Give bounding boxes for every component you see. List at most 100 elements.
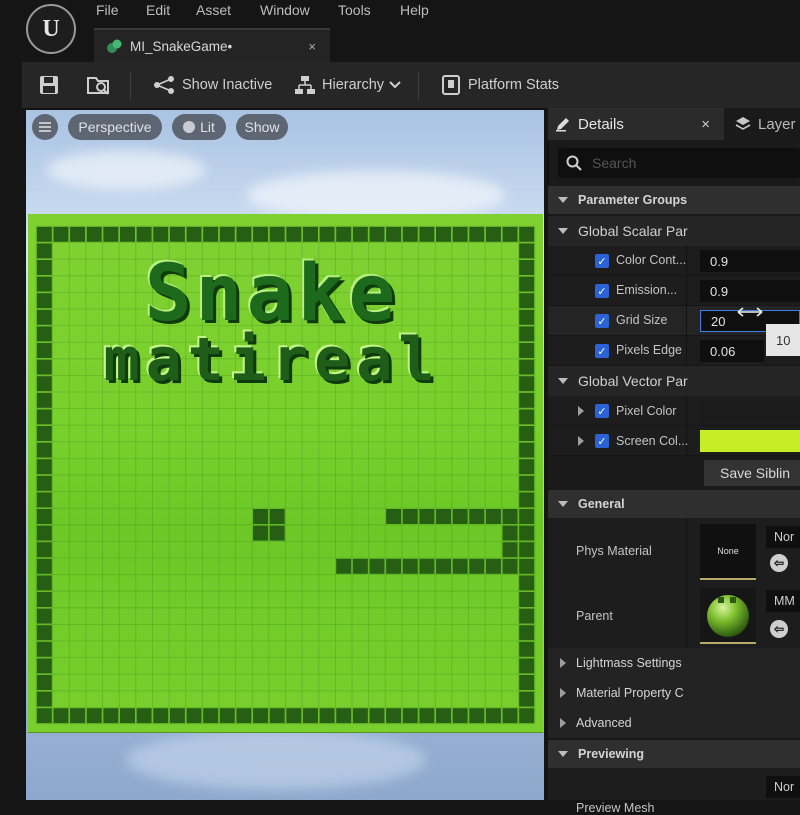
emission-input[interactable]: 0.9 xyxy=(700,280,800,302)
border-cell xyxy=(269,226,285,242)
expand-arrow-icon[interactable] xyxy=(578,405,584,416)
save-siblings-button[interactable]: Save Siblin xyxy=(704,460,800,486)
border-cell xyxy=(153,708,169,724)
hierarchy-dropdown[interactable]: Hierarchy xyxy=(294,62,408,108)
unreal-logo-icon[interactable]: U xyxy=(26,4,76,54)
parent-thumbnail[interactable] xyxy=(700,588,756,644)
border-cell xyxy=(452,708,468,724)
border-cell xyxy=(36,675,52,690)
menu-edit[interactable]: Edit xyxy=(146,0,170,20)
border-cell xyxy=(186,708,202,724)
menu-window[interactable]: Window xyxy=(260,0,310,20)
expand-arrow-icon xyxy=(560,658,566,668)
general-header[interactable]: General xyxy=(548,490,800,518)
expand-arrow-icon[interactable] xyxy=(578,435,584,446)
parent-dropdown[interactable]: MM xyxy=(766,590,800,612)
menu-asset[interactable]: Asset xyxy=(196,0,231,20)
border-cell xyxy=(519,558,535,574)
border-cell xyxy=(502,226,518,242)
color-contrast-checkbox[interactable]: ✓ xyxy=(595,254,609,268)
grid-size-checkbox[interactable]: ✓ xyxy=(595,314,609,328)
save-icon xyxy=(40,76,58,94)
menu-bar: U File Edit Asset Window Tools Help MI_S… xyxy=(0,0,800,66)
parameter-groups-header[interactable]: Parameter Groups xyxy=(548,186,800,214)
toolbar-divider xyxy=(130,72,131,100)
emission-checkbox[interactable]: ✓ xyxy=(595,284,609,298)
nodes-icon xyxy=(154,76,174,94)
border-cell xyxy=(519,426,535,441)
border-cell xyxy=(519,492,535,508)
border-cell xyxy=(70,226,86,242)
parameter-groups-label: Parameter Groups xyxy=(578,193,688,207)
value-tooltip: 10 xyxy=(766,324,800,356)
show-button[interactable]: Show xyxy=(236,114,288,140)
global-scalar-group[interactable]: Global Scalar Par xyxy=(548,216,800,246)
snake-body-cell xyxy=(502,509,518,524)
border-cell xyxy=(36,459,52,475)
use-asset-arrow-icon[interactable]: ⇦ xyxy=(770,554,788,572)
border-cell xyxy=(519,708,535,724)
viewport-options-button[interactable] xyxy=(32,114,58,140)
previewing-header[interactable]: Previewing xyxy=(548,740,800,768)
pixels-edge-checkbox[interactable]: ✓ xyxy=(595,344,609,358)
details-tab[interactable]: Details × xyxy=(548,108,724,140)
layers-tab[interactable]: Layer xyxy=(728,108,800,140)
preview-mesh-dropdown[interactable]: Nor xyxy=(766,776,800,798)
hamburger-menu-icon xyxy=(39,122,51,132)
snake-body-cell xyxy=(352,558,368,574)
color-contrast-input[interactable]: 0.9 xyxy=(700,250,800,272)
advanced-header[interactable]: Advanced xyxy=(548,708,800,738)
border-cell xyxy=(519,226,535,242)
border-cell xyxy=(36,426,52,441)
food-cell xyxy=(269,509,285,524)
browse-button[interactable] xyxy=(86,62,118,108)
sky-cloud xyxy=(246,170,506,220)
screen-color-checkbox[interactable]: ✓ xyxy=(595,434,609,448)
border-cell xyxy=(336,708,352,724)
phys-material-thumbnail[interactable]: None xyxy=(700,524,756,580)
menu-tools[interactable]: Tools xyxy=(338,0,371,20)
border-cell xyxy=(36,475,52,491)
asset-tab[interactable]: MI_SnakeGame• × xyxy=(94,28,330,62)
platform-stats-button[interactable]: Platform Stats xyxy=(440,62,559,108)
border-cell xyxy=(402,708,418,724)
border-cell xyxy=(86,708,102,724)
border-cell xyxy=(203,708,219,724)
border-cell xyxy=(36,658,52,674)
border-cell xyxy=(36,226,52,242)
lit-button[interactable]: Lit xyxy=(172,114,226,140)
pixels-edge-input[interactable]: 0.06 xyxy=(700,340,764,362)
border-cell xyxy=(519,459,535,475)
border-cell xyxy=(219,708,235,724)
snake-body-cell xyxy=(502,558,518,574)
border-cell xyxy=(236,708,252,724)
phys-material-dropdown[interactable]: Nor xyxy=(766,526,800,548)
snake-body-cell xyxy=(386,509,402,524)
pixel-color-swatch[interactable] xyxy=(700,400,800,422)
border-cell xyxy=(36,492,52,508)
details-search-input[interactable]: Search xyxy=(558,148,800,178)
close-tab-icon[interactable]: × xyxy=(308,39,316,54)
global-vector-group[interactable]: Global Vector Par xyxy=(548,366,800,396)
lightmass-settings-header[interactable]: Lightmass Settings xyxy=(548,648,800,678)
menu-file[interactable]: File xyxy=(96,0,119,20)
use-asset-arrow-icon[interactable]: ⇦ xyxy=(770,620,788,638)
pixel-color-checkbox[interactable]: ✓ xyxy=(595,404,609,418)
general-label: General xyxy=(578,497,625,511)
save-button[interactable] xyxy=(38,62,66,108)
snake-body-cell xyxy=(452,558,468,574)
screen-color-swatch[interactable] xyxy=(700,430,800,452)
snake-body-cell xyxy=(419,558,435,574)
border-cell xyxy=(286,708,302,724)
material-property-header[interactable]: Material Property C xyxy=(548,678,800,708)
border-cell xyxy=(502,708,518,724)
border-cell xyxy=(36,243,52,259)
border-cell xyxy=(519,542,535,558)
border-cell xyxy=(36,442,52,458)
close-details-icon[interactable]: × xyxy=(701,116,710,133)
show-inactive-button[interactable]: Show Inactive xyxy=(152,62,272,108)
perspective-button[interactable]: Perspective xyxy=(68,114,162,140)
menu-help[interactable]: Help xyxy=(400,0,429,20)
border-cell xyxy=(419,226,435,242)
hierarchy-icon xyxy=(295,76,315,94)
